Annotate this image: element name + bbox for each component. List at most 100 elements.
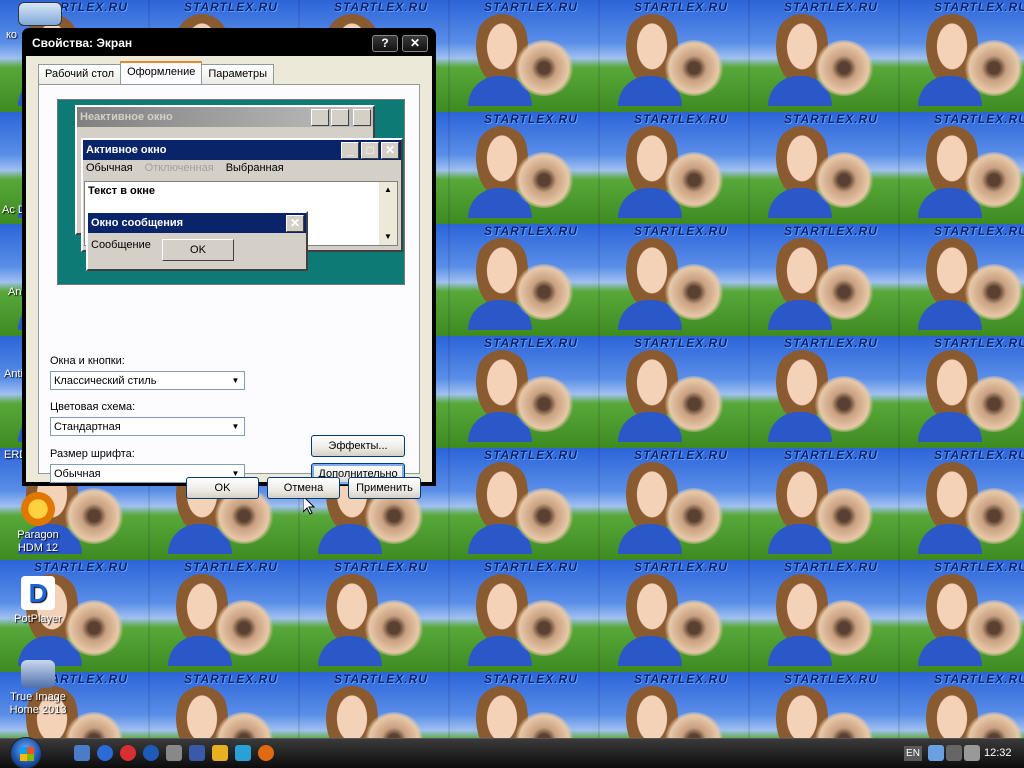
desktop-icon-potplayer[interactable]: D PotPlayer bbox=[4, 576, 72, 626]
apply-button[interactable]: Применить bbox=[348, 477, 421, 499]
wallpaper-tile: STARTLEX.RU bbox=[900, 442, 1024, 554]
wallpaper-tile: STARTLEX.RU bbox=[450, 0, 600, 106]
wallpaper-fist bbox=[514, 488, 574, 544]
tab-desktop[interactable]: Рабочий стол bbox=[38, 64, 122, 84]
font-size-value: Обычная bbox=[54, 467, 101, 480]
dialog-title: Свойства: Экран bbox=[32, 36, 133, 50]
wallpaper-watermark: STARTLEX.RU bbox=[184, 672, 278, 686]
tab-settings[interactable]: Параметры bbox=[201, 64, 274, 84]
desktop-icon-paragon[interactable]: Paragon HDM 12 bbox=[4, 492, 72, 555]
preview-scrollbar: ▲ ▼ bbox=[379, 182, 397, 245]
wallpaper-tile: STARTLEX.RU bbox=[750, 330, 900, 442]
wallpaper-tile: STARTLEX.RU bbox=[450, 554, 600, 666]
wallpaper-watermark: STARTLEX.RU bbox=[934, 112, 1024, 126]
desktop-icon-label: True Image Home 2013 bbox=[9, 691, 67, 716]
preview-msg-text: Сообщение bbox=[91, 239, 151, 251]
preview-active-title: Активное окно bbox=[86, 144, 167, 156]
minimize-icon: _ bbox=[341, 141, 359, 159]
preview-msg-titlebar: Окно сообщения ✕ bbox=[88, 213, 306, 233]
preview-active-titlebar: Активное окно _ □ ✕ bbox=[83, 140, 401, 160]
wallpaper-watermark: STARTLEX.RU bbox=[784, 448, 878, 462]
media-icon[interactable] bbox=[120, 745, 136, 761]
desktop-icon-label: Paragon HDM 12 bbox=[17, 529, 59, 554]
firefox-icon[interactable] bbox=[258, 745, 274, 761]
desktop-icon-trueimage[interactable]: True Image Home 2013 bbox=[4, 660, 72, 717]
preview-menubar: Обычная Отключенная Выбранная bbox=[83, 160, 401, 176]
wallpaper-watermark: STARTLEX.RU bbox=[784, 0, 878, 14]
wallpaper-tile: STARTLEX.RU bbox=[600, 0, 750, 106]
wallpaper-watermark: STARTLEX.RU bbox=[334, 560, 428, 574]
wallpaper-tile: STARTLEX.RU bbox=[150, 554, 300, 666]
close-button[interactable]: ✕ bbox=[402, 34, 428, 52]
wallpaper-fist bbox=[964, 488, 1024, 544]
preview-msg-ok: OK bbox=[162, 239, 234, 261]
wallpaper-tile: STARTLEX.RU bbox=[450, 666, 600, 738]
windows-buttons-label: Окна и кнопки: bbox=[50, 355, 125, 367]
wallpaper-tile: STARTLEX.RU bbox=[900, 106, 1024, 218]
windows-buttons-select[interactable]: Классический стиль ▼ bbox=[50, 371, 245, 390]
wallpaper-watermark: STARTLEX.RU bbox=[634, 112, 728, 126]
tab-appearance[interactable]: Оформление bbox=[120, 61, 203, 84]
taskbar: EN 12:32 bbox=[0, 737, 1024, 768]
appearance-panel: Неактивное окно _ □ ✕ Активное окно _ □ … bbox=[38, 84, 420, 485]
help-button[interactable]: ? bbox=[372, 34, 398, 52]
tray-network-icon[interactable] bbox=[928, 745, 944, 761]
minimize-icon: _ bbox=[311, 108, 329, 126]
wallpaper-watermark: STARTLEX.RU bbox=[484, 224, 578, 238]
start-button[interactable] bbox=[10, 737, 42, 768]
wallpaper-tile: STARTLEX.RU bbox=[900, 330, 1024, 442]
show-desktop-icon[interactable] bbox=[74, 745, 90, 761]
wallpaper-tile: STARTLEX.RU bbox=[900, 0, 1024, 106]
help-icon: ? bbox=[381, 36, 389, 50]
wallpaper-watermark: STARTLEX.RU bbox=[334, 672, 428, 686]
wallpaper-tile: STARTLEX.RU bbox=[450, 218, 600, 330]
ok-button[interactable]: OK bbox=[186, 477, 259, 499]
wallpaper-fist bbox=[514, 376, 574, 432]
color-scheme-value: Стандартная bbox=[54, 420, 121, 433]
desktop-icon-erd[interactable]: ERD bbox=[4, 449, 28, 462]
wallpaper-watermark: STARTLEX.RU bbox=[34, 560, 128, 574]
cancel-button[interactable]: Отмена bbox=[267, 477, 340, 499]
wallpaper-watermark: STARTLEX.RU bbox=[934, 448, 1024, 462]
true-image-icon bbox=[21, 660, 55, 688]
wallpaper-fist bbox=[814, 40, 874, 96]
display-properties-dialog: Свойства: Экран ? ✕ Рабочий стол Оформле… bbox=[22, 28, 436, 499]
wallpaper-tile: STARTLEX.RU bbox=[750, 0, 900, 106]
tray-monitor-icon[interactable] bbox=[946, 745, 962, 761]
language-indicator[interactable]: EN bbox=[904, 746, 922, 761]
wallpaper-tile: STARTLEX.RU bbox=[750, 666, 900, 738]
wallpaper-watermark: STARTLEX.RU bbox=[484, 0, 578, 14]
effects-button[interactable]: Эффекты... bbox=[311, 435, 405, 457]
save-icon[interactable] bbox=[189, 745, 205, 761]
appearance-preview: Неактивное окно _ □ ✕ Активное окно _ □ … bbox=[57, 99, 405, 285]
preview-msg-title: Окно сообщения bbox=[91, 217, 184, 229]
wallpaper-watermark: STARTLEX.RU bbox=[484, 560, 578, 574]
network-icon[interactable] bbox=[235, 745, 251, 761]
wallpaper-fist bbox=[964, 40, 1024, 96]
windows-logo-icon bbox=[20, 747, 34, 761]
tray-volume-icon[interactable] bbox=[964, 745, 980, 761]
wallpaper-watermark: STARTLEX.RU bbox=[484, 672, 578, 686]
desktop-icon-label: ERD bbox=[4, 449, 28, 461]
wallpaper-fist bbox=[514, 600, 574, 656]
player-icon[interactable] bbox=[143, 745, 159, 761]
wallpaper-watermark: STARTLEX.RU bbox=[634, 336, 728, 350]
wallpaper-watermark: STARTLEX.RU bbox=[934, 0, 1024, 14]
clock[interactable]: 12:32 bbox=[984, 747, 1012, 759]
wallpaper-tile: STARTLEX.RU bbox=[150, 666, 300, 738]
wallpaper-watermark: STARTLEX.RU bbox=[784, 672, 878, 686]
files-icon[interactable] bbox=[212, 745, 228, 761]
browser-icon[interactable] bbox=[97, 745, 113, 761]
dialog-titlebar[interactable]: Свойства: Экран ? ✕ bbox=[26, 32, 432, 54]
printer-icon[interactable] bbox=[166, 745, 182, 761]
maximize-icon: □ bbox=[331, 108, 349, 126]
wallpaper-fist bbox=[964, 264, 1024, 320]
wallpaper-tile: STARTLEX.RU bbox=[450, 442, 600, 554]
wallpaper-watermark: STARTLEX.RU bbox=[784, 336, 878, 350]
close-icon: ✕ bbox=[353, 108, 371, 126]
wallpaper-tile: STARTLEX.RU bbox=[750, 442, 900, 554]
color-scheme-select[interactable]: Стандартная ▼ bbox=[50, 417, 245, 436]
wallpaper-tile: STARTLEX.RU bbox=[900, 554, 1024, 666]
close-icon: ✕ bbox=[286, 214, 304, 232]
wallpaper-fist bbox=[364, 600, 424, 656]
